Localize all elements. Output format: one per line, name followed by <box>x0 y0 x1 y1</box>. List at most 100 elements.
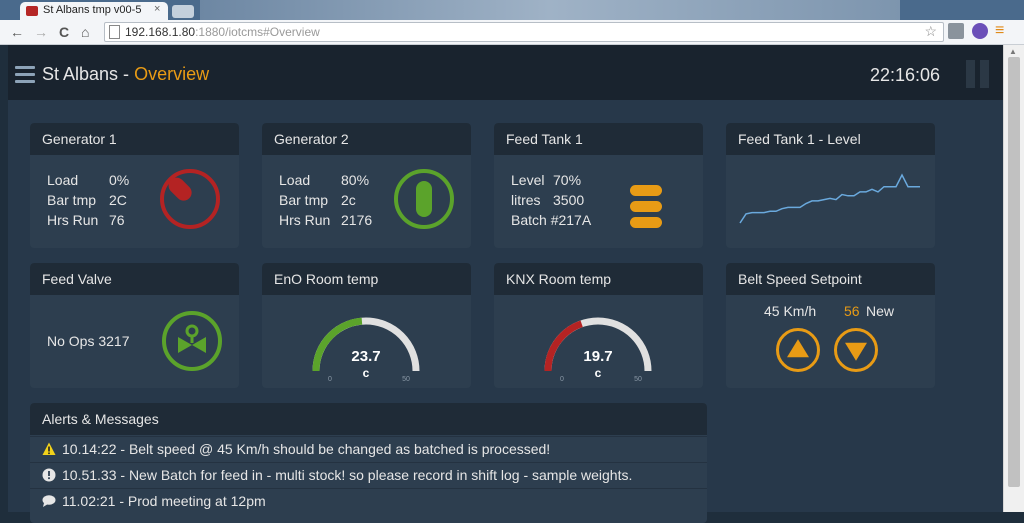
dial-on-icon[interactable] <box>392 167 456 231</box>
kv-value: 2C <box>109 192 127 208</box>
dashboard: St Albans - Overview 22:16:06 Generator … <box>8 45 1003 523</box>
belt-current-speed: 45 Km/h <box>764 303 817 319</box>
feed-tank-card: Feed Tank 1 Level 70% litres 3500 Batch #2… <box>494 123 703 248</box>
alert-text: 10.51.33 - New Batch for feed in - multi… <box>62 467 633 483</box>
url-text: 192.168.1.80:1880/iotcms#Overview <box>125 25 320 39</box>
kv-row: Batch #217A <box>511 210 591 230</box>
eno-temp-gauge: 23.7 c 0 50 <box>312 317 420 383</box>
gauge-min: 0 <box>328 376 332 383</box>
back-arrow-icon[interactable]: ← <box>10 23 24 41</box>
page-icon <box>109 25 120 39</box>
bookmark-star-icon[interactable]: ☆ <box>924 23 937 40</box>
url-host: 192.168.1.80 <box>125 25 196 39</box>
kv-label: litres <box>511 192 541 208</box>
kv-row: Hrs Run 2176 <box>279 210 372 230</box>
kv-value: 70% <box>553 172 582 188</box>
kv-label: Level <box>511 172 545 188</box>
page-title: St Albans - Overview <box>42 64 209 85</box>
alerts-card: Alerts & Messages 10.14:22 - Belt speed … <box>30 403 707 523</box>
kv-list: Level 70% litres 3500 Batch #217A <box>511 170 591 230</box>
card-title: Feed Tank 1 <box>506 131 583 147</box>
kv-row: Bar tmp 2c <box>279 190 372 210</box>
knx-room-temp-card: KNX Room temp 19.7 c 0 50 <box>494 263 703 388</box>
alert-text: 11.02:21 - Prod meeting at 12pm <box>62 493 266 509</box>
tank-level-line-chart <box>739 173 920 224</box>
gauge-unit: c <box>595 366 602 380</box>
gauge-max: 50 <box>634 376 642 383</box>
kv-label: Load <box>47 172 79 188</box>
gauge-value: 19.7 <box>583 348 612 365</box>
new-tab-button[interactable] <box>172 5 194 18</box>
valve-icon[interactable] <box>160 309 224 373</box>
alert-item[interactable]: 10.51.33 - New Batch for feed in - multi… <box>30 462 707 488</box>
kv-label: Bar tmp <box>47 192 97 208</box>
gauge-value: 23.7 <box>351 348 380 365</box>
card-title: Feed Tank 1 - Level <box>738 131 861 147</box>
card-title: EnO Room temp <box>274 271 379 287</box>
speed-up-button[interactable] <box>776 328 820 372</box>
extension-icon[interactable] <box>948 23 964 39</box>
card-title: Generator 1 <box>42 131 117 147</box>
dial-off-icon[interactable] <box>158 167 222 231</box>
gauge-value-arc <box>544 320 583 372</box>
kv-list: Load 0% Bar tmp 2C Hrs Run 76 <box>47 170 129 230</box>
reload-icon[interactable]: C <box>59 23 69 41</box>
browser-toolbar: ← → C ⌂ 192.168.1.80:1880/iotcms#Overvie… <box>0 20 1024 45</box>
browser-menu-icon[interactable]: ≡ <box>995 22 1004 40</box>
knx-temp-gauge: 19.7 c 0 50 <box>544 317 652 383</box>
browser-tab[interactable]: St Albans tmp v00-5 × <box>20 2 168 20</box>
kv-label: Hrs Run <box>279 212 331 228</box>
alert-item[interactable]: 11.02:21 - Prod meeting at 12pm <box>30 488 707 514</box>
card-title: Alerts & Messages <box>42 411 159 427</box>
tab-title: St Albans tmp v00-5 <box>43 4 142 16</box>
kv-row: litres 3500 <box>511 190 591 210</box>
alert-text: 10.14:22 - Belt speed @ 45 Km/h should b… <box>62 441 551 457</box>
clock: 22:16:06 <box>870 65 941 85</box>
card-title: KNX Room temp <box>506 271 612 287</box>
kv-label: Bar tmp <box>279 192 329 208</box>
speed-down-button[interactable] <box>834 328 878 372</box>
hamburger-menu-icon[interactable] <box>15 66 35 83</box>
kv-row: Load 80% <box>279 170 372 190</box>
kv-value: 2176 <box>341 212 373 228</box>
arrow-up-icon <box>787 339 809 358</box>
gauge-min: 0 <box>560 376 564 383</box>
info-icon <box>42 468 56 482</box>
kv-row: Bar tmp 2C <box>47 190 129 210</box>
tab-close-icon[interactable]: × <box>154 3 160 15</box>
forward-arrow-icon[interactable]: → <box>34 23 48 41</box>
generator-1-card: Generator 1 Load 0% Bar tmp 2C Hrs Run 76 <box>30 123 239 248</box>
kv-value: 2c <box>341 192 356 208</box>
feed-valve-card: Feed Valve No Ops 3217 <box>30 263 239 388</box>
belt-speed-card: Belt Speed Setpoint 45 Km/h 56 New <box>726 263 935 388</box>
kv-value: #217A <box>550 212 592 228</box>
pause-icon[interactable] <box>966 60 990 88</box>
page-scrollbar[interactable]: ▲ <box>1003 45 1024 512</box>
home-icon[interactable]: ⌂ <box>81 23 89 41</box>
card-title: Belt Speed Setpoint <box>738 271 862 287</box>
scroll-thumb[interactable] <box>1008 57 1020 487</box>
extension-avatar-icon[interactable] <box>972 23 988 39</box>
kv-value: 80% <box>341 172 370 188</box>
kv-row: Load 0% <box>47 170 129 190</box>
kv-value: 3500 <box>553 192 585 208</box>
gauge-unit: c <box>363 366 370 380</box>
valve-ops-count: No Ops 3217 <box>47 333 130 349</box>
kv-label: Hrs Run <box>47 212 99 228</box>
scroll-up-icon[interactable]: ▲ <box>1009 47 1017 56</box>
kv-row: Hrs Run 76 <box>47 210 129 230</box>
generator-2-card: Generator 2 Load 80% Bar tmp 2c Hrs Run 217… <box>262 123 471 248</box>
kv-label: Batch <box>511 212 547 228</box>
address-bar[interactable]: 192.168.1.80:1880/iotcms#Overview ☆ <box>104 22 944 42</box>
kv-value: 0% <box>109 172 130 188</box>
belt-new-label: New <box>866 303 895 319</box>
chat-icon <box>42 495 56 507</box>
kv-value: 76 <box>109 212 125 228</box>
warning-icon <box>42 442 56 455</box>
belt-new-value: 56 <box>844 303 860 319</box>
tank-level-icon <box>630 185 662 228</box>
alert-item[interactable]: 10.14:22 - Belt speed @ 45 Km/h should b… <box>30 436 707 462</box>
eno-room-temp-card: EnO Room temp 23.7 c 0 50 <box>262 263 471 388</box>
arrow-down-icon <box>845 342 867 361</box>
app-header: St Albans - Overview 22:16:06 <box>8 45 1003 100</box>
